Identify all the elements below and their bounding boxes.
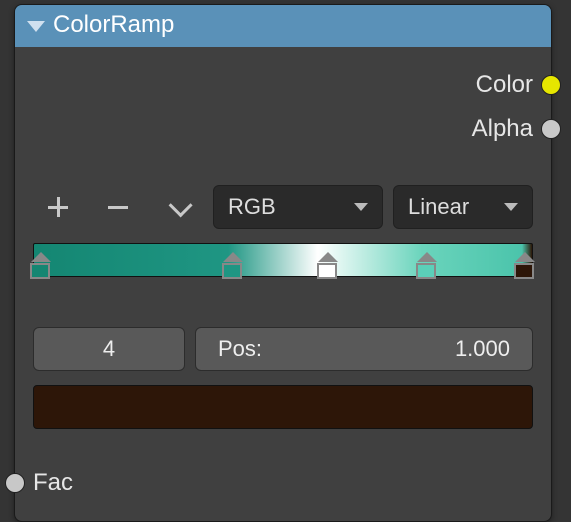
position-field[interactable]: Pos: 1.000: [195, 327, 533, 371]
node-title: ColorRamp: [53, 11, 174, 39]
chevron-down-icon: [168, 193, 192, 217]
tools-menu-button[interactable]: [153, 186, 203, 228]
active-color-swatch[interactable]: [33, 385, 533, 429]
remove-stop-button[interactable]: [93, 186, 143, 228]
input-label: Fac: [33, 469, 73, 497]
output-color: Color: [33, 63, 533, 107]
active-index-field[interactable]: 4: [33, 327, 185, 371]
stop-swatch: [222, 263, 242, 279]
stop-swatch: [416, 263, 436, 279]
stop-handle-icon: [31, 252, 51, 262]
gradient-stop-marker[interactable]: [222, 252, 244, 279]
collapse-icon[interactable]: [27, 21, 45, 32]
color-mode-dropdown[interactable]: RGB: [213, 185, 383, 229]
plus-icon: [48, 197, 68, 217]
alpha-socket-icon[interactable]: [541, 119, 561, 139]
color-socket-icon[interactable]: [541, 75, 561, 95]
stop-swatch: [514, 263, 534, 279]
output-label: Color: [476, 71, 533, 99]
gradient-stop-marker[interactable]: [416, 252, 438, 279]
stop-handle-icon: [417, 252, 437, 262]
stop-handle-icon: [515, 252, 535, 262]
position-label: Pos:: [218, 336, 262, 362]
fac-socket-icon[interactable]: [5, 473, 25, 493]
stop-swatch: [317, 263, 337, 279]
chevron-down-icon: [354, 203, 368, 211]
controls-section: RGB Linear 4 Pos: 1.000: [15, 185, 551, 447]
gradient-stop-marker[interactable]: [30, 252, 52, 279]
position-value: 1.000: [455, 336, 510, 362]
output-label: Alpha: [472, 115, 533, 143]
node-header[interactable]: ColorRamp: [15, 5, 551, 47]
output-alpha: Alpha: [33, 107, 533, 151]
active-index-value: 4: [103, 336, 115, 362]
gradient-stop-marker[interactable]: [514, 252, 536, 279]
ramp-toolbar: RGB Linear: [33, 185, 533, 229]
color-mode-value: RGB: [228, 194, 276, 220]
colorramp-node: ColorRamp Color Alpha RGB: [14, 4, 552, 522]
minus-icon: [108, 206, 128, 209]
add-stop-button[interactable]: [33, 186, 83, 228]
outputs-section: Color Alpha: [15, 47, 551, 157]
gradient-stop-marker[interactable]: [317, 252, 339, 279]
interpolation-dropdown[interactable]: Linear: [393, 185, 533, 229]
gradient-editor[interactable]: [33, 243, 533, 299]
stop-swatch: [30, 263, 50, 279]
stop-fields-row: 4 Pos: 1.000: [33, 327, 533, 371]
interpolation-value: Linear: [408, 194, 469, 220]
input-fac: Fac: [33, 463, 533, 503]
chevron-down-icon: [504, 203, 518, 211]
stop-handle-icon: [318, 252, 338, 262]
gradient-bar[interactable]: [33, 243, 533, 277]
stop-handle-icon: [223, 252, 243, 262]
